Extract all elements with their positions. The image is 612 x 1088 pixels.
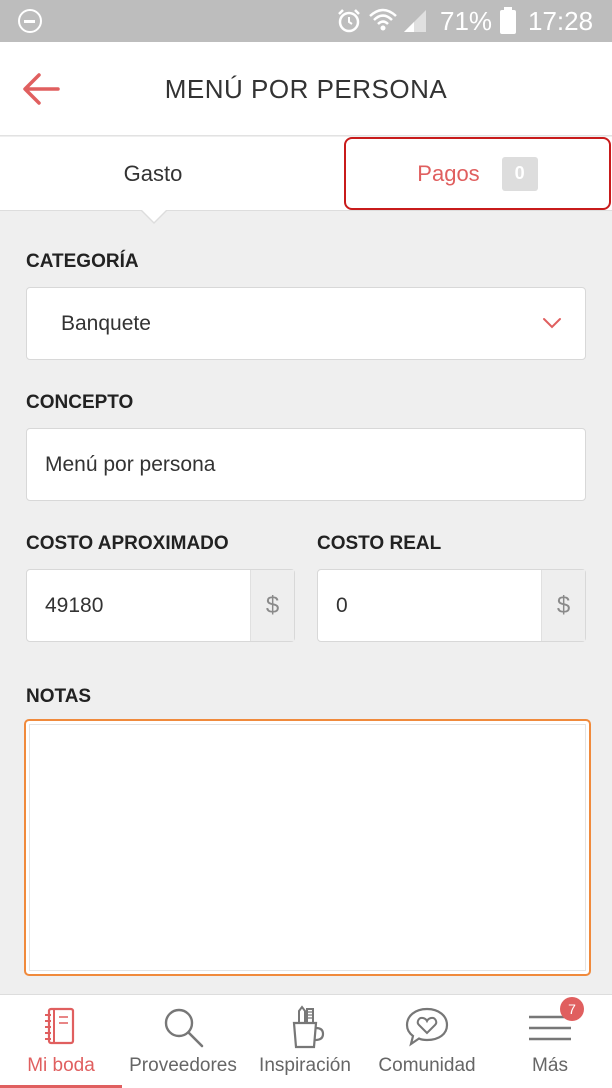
category-select[interactable]: Banquete [26, 287, 586, 360]
signal-icon [404, 10, 426, 32]
alarm-icon [338, 9, 360, 33]
real-cost-input[interactable]: 0 $ [317, 569, 586, 642]
nav-mas-label: Más [532, 1055, 568, 1076]
nav-comunidad-label: Comunidad [378, 1055, 476, 1076]
app-header: MENÚ POR PERSONA [0, 42, 612, 136]
nav-comunidad[interactable]: Comunidad [366, 995, 488, 1088]
battery-icon [500, 7, 516, 34]
concept-value: Menú por persona [45, 452, 216, 476]
do-not-disturb-icon [18, 9, 42, 33]
pagos-count-badge: 0 [501, 156, 538, 191]
category-value: Banquete [61, 311, 151, 335]
tab-pagos[interactable]: Pagos 0 [344, 137, 611, 210]
wifi-icon [369, 8, 397, 31]
status-bar: 71% 17:28 [0, 0, 612, 42]
notebook-icon [45, 1007, 75, 1045]
real-cost-label: COSTO REAL [317, 533, 442, 554]
tab-pagos-label: Pagos [417, 160, 480, 186]
search-icon [164, 1008, 204, 1048]
currency-addon: $ [541, 570, 585, 641]
bottom-navigation: Mi boda Proveedores Inspiración Comunida… [0, 994, 612, 1088]
nav-proveedores-label: Proveedores [129, 1055, 237, 1076]
pencil-cup-icon [292, 1005, 325, 1049]
concept-input[interactable]: Menú por persona [26, 428, 586, 501]
category-label: CATEGORÍA [26, 251, 139, 272]
clock: 17:28 [528, 6, 594, 36]
tab-bar: Gasto Pagos 0 [0, 137, 612, 211]
nav-proveedores[interactable]: Proveedores [122, 995, 244, 1088]
nav-inspiracion-label: Inspiración [259, 1055, 351, 1076]
active-tab-indicator [141, 209, 167, 222]
currency-addon: $ [250, 570, 294, 641]
nav-inspiracion[interactable]: Inspiración [244, 995, 366, 1088]
tab-gasto-label: Gasto [123, 161, 183, 186]
chat-heart-icon [405, 1007, 449, 1047]
real-cost-value: 0 [336, 593, 348, 617]
notes-label: NOTAS [26, 686, 92, 707]
approx-cost-input[interactable]: 49180 $ [26, 569, 295, 642]
notes-textarea[interactable] [24, 719, 591, 976]
battery-percentage: 71% [440, 6, 493, 36]
concept-label: CONCEPTO [26, 392, 134, 413]
notification-badge: 7 [560, 997, 584, 1021]
page-title: MENÚ POR PERSONA [164, 74, 448, 104]
approx-cost-value: 49180 [45, 593, 104, 617]
approx-cost-label: COSTO APROXIMADO [26, 533, 229, 554]
nav-mi-boda[interactable]: Mi boda [0, 995, 122, 1088]
chevron-down-icon [543, 318, 561, 329]
nav-mas[interactable]: 7 Más [488, 995, 612, 1088]
tab-gasto[interactable]: Gasto [0, 137, 306, 211]
